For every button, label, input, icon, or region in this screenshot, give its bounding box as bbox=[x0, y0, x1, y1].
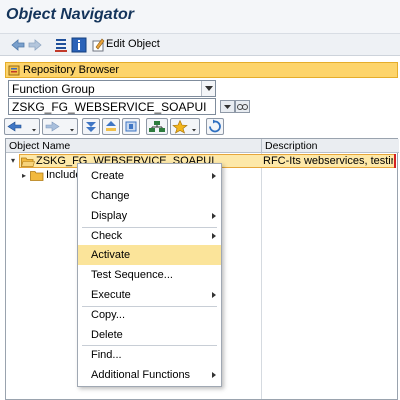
chevron-down-icon[interactable] bbox=[201, 81, 215, 96]
edit-object-icon[interactable] bbox=[90, 37, 106, 53]
menu-item-display[interactable]: Display bbox=[78, 206, 221, 226]
menu-item-test-sequence[interactable]: Test Sequence... bbox=[78, 265, 221, 285]
expand-icon[interactable] bbox=[102, 118, 120, 135]
column-divider bbox=[261, 153, 262, 399]
forward-arrow-icon[interactable] bbox=[27, 37, 43, 53]
submenu-arrow-icon bbox=[212, 213, 216, 219]
focus-marker bbox=[394, 154, 396, 168]
window-title: Object Navigator bbox=[6, 6, 135, 23]
submenu-arrow-icon bbox=[212, 292, 216, 298]
column-header-object-name[interactable]: Object Name bbox=[6, 139, 262, 153]
repository-browser-icon bbox=[8, 64, 20, 76]
menu-item-check[interactable]: Check bbox=[78, 226, 221, 246]
value-help-dropdown-icon[interactable] bbox=[220, 100, 235, 113]
submenu-arrow-icon bbox=[212, 173, 216, 179]
hierarchy-tree-icon[interactable] bbox=[146, 118, 168, 135]
display-glasses-icon[interactable] bbox=[235, 100, 250, 113]
next-object-button[interactable] bbox=[42, 118, 78, 135]
collapse-icon[interactable] bbox=[82, 118, 100, 135]
tree-collapsed-icon[interactable]: ▸ bbox=[22, 171, 26, 180]
back-arrow-icon[interactable] bbox=[10, 37, 26, 53]
application-toolbar: Edit Object bbox=[0, 34, 400, 56]
tree-row-include[interactable]: ▸ Include bbox=[20, 169, 81, 184]
info-icon[interactable] bbox=[71, 37, 87, 53]
repository-browser-header[interactable]: Repository Browser bbox=[5, 62, 398, 78]
previous-object-button[interactable] bbox=[4, 118, 40, 135]
object-name-value: ZSKG_FG_WEBSERVICE_SOAPUI bbox=[12, 100, 207, 114]
menu-item-create[interactable]: Create bbox=[78, 166, 221, 186]
hierarchy-icon[interactable] bbox=[53, 37, 69, 53]
tree-row-description: RFC-Its webservices, testing in bbox=[263, 155, 393, 167]
object-type-dropdown[interactable]: Function Group bbox=[8, 80, 216, 97]
menu-item-delete[interactable]: Delete bbox=[78, 325, 221, 345]
repository-browser-label: Repository Browser bbox=[23, 64, 119, 76]
folder-icon bbox=[30, 170, 44, 184]
pin-icon[interactable] bbox=[122, 118, 140, 135]
refresh-icon[interactable] bbox=[206, 118, 224, 135]
edit-object-label[interactable]: Edit Object bbox=[106, 38, 160, 50]
submenu-arrow-icon bbox=[212, 233, 216, 239]
submenu-arrow-icon bbox=[212, 372, 216, 378]
object-name-field[interactable]: ZSKG_FG_WEBSERVICE_SOAPUI bbox=[8, 98, 216, 115]
title-bar: Object Navigator bbox=[0, 0, 400, 34]
menu-item-execute[interactable]: Execute bbox=[78, 285, 221, 305]
favorites-star-icon[interactable] bbox=[170, 118, 200, 135]
context-menu: Create Change Display Check Activate Tes… bbox=[77, 163, 222, 387]
menu-item-activate[interactable]: Activate bbox=[78, 245, 221, 265]
navigation-toolbar bbox=[4, 118, 232, 136]
menu-item-change[interactable]: Change bbox=[78, 186, 221, 206]
menu-item-find[interactable]: Find... bbox=[78, 345, 221, 365]
menu-item-additional-functions[interactable]: Additional Functions bbox=[78, 365, 221, 385]
menu-item-copy[interactable]: Copy... bbox=[78, 305, 221, 325]
object-type-value: Function Group bbox=[12, 82, 95, 96]
tree-expanded-icon[interactable]: ▾ bbox=[11, 156, 15, 165]
open-folder-icon bbox=[21, 156, 35, 170]
column-header-description[interactable]: Description bbox=[262, 139, 399, 153]
